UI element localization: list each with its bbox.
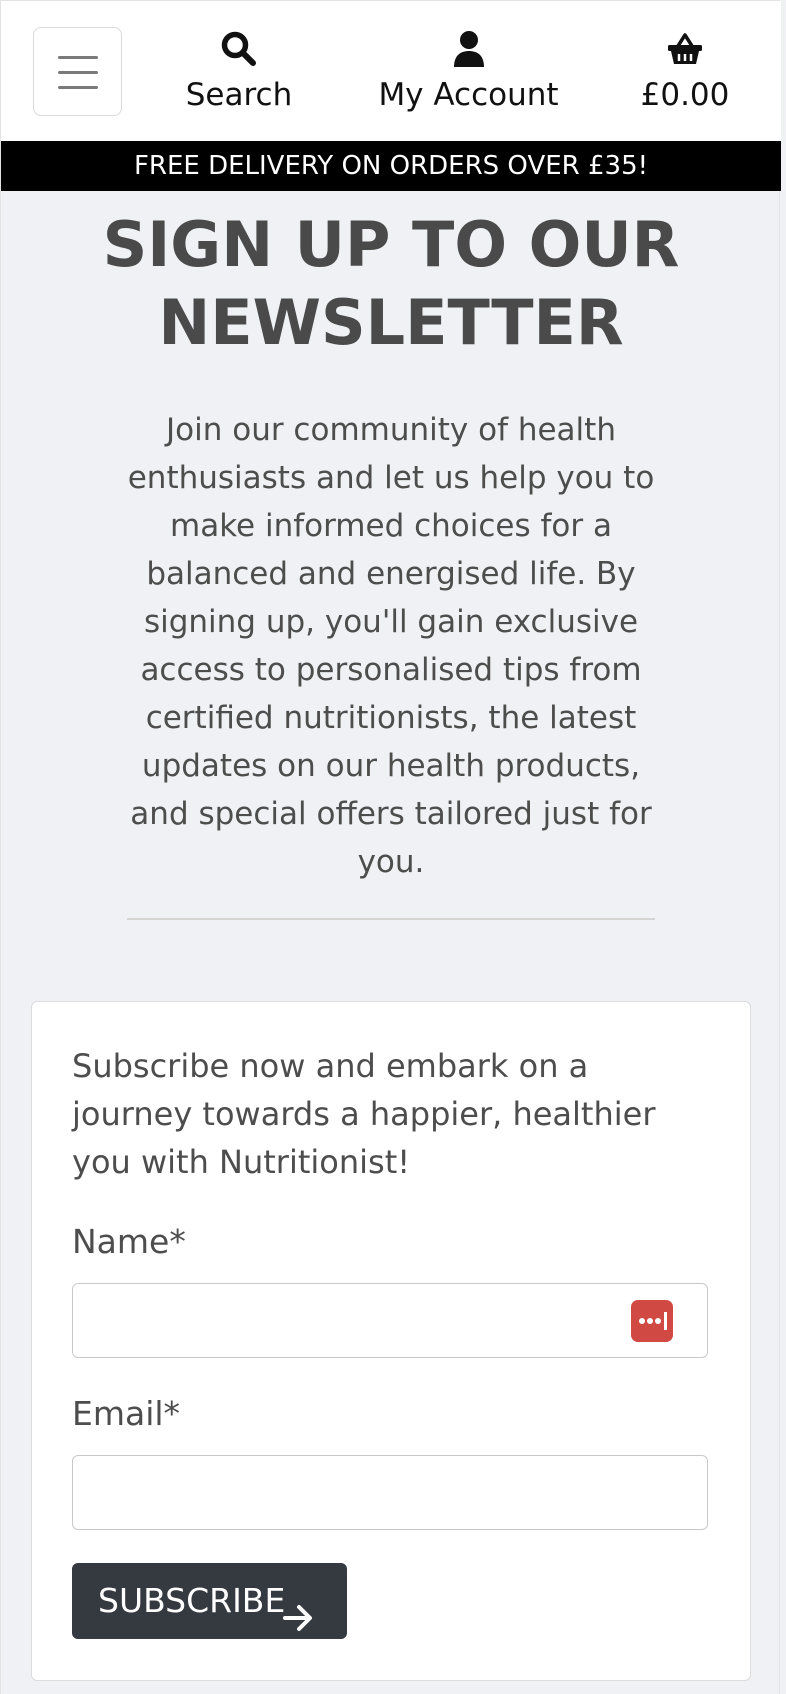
subscribe-label: SUBSCRIBE bbox=[98, 1581, 286, 1620]
nav-search-label: Search bbox=[185, 77, 293, 113]
email-input[interactable] bbox=[72, 1455, 708, 1530]
nav-basket-link[interactable]: £0.00 bbox=[633, 29, 737, 115]
section-divider bbox=[127, 918, 655, 920]
delivery-banner: FREE DELIVERY ON ORDERS OVER £35! bbox=[1, 141, 781, 191]
heading-line-2: NEWSLETTER bbox=[158, 286, 624, 359]
name-label: Name* bbox=[72, 1222, 186, 1261]
arrow-right-icon bbox=[282, 1585, 314, 1661]
hamburger-line bbox=[58, 86, 98, 89]
form-lead-text: Subscribe now and embark on a journey to… bbox=[72, 1047, 656, 1181]
basket-icon bbox=[633, 29, 737, 69]
user-icon bbox=[366, 29, 571, 69]
email-label: Email* bbox=[72, 1394, 181, 1433]
subscribe-button[interactable]: SUBSCRIBE bbox=[72, 1563, 347, 1639]
hamburger-line bbox=[58, 71, 98, 74]
name-input[interactable] bbox=[72, 1283, 708, 1358]
search-icon bbox=[169, 29, 309, 69]
nav-search-link[interactable]: Search bbox=[169, 29, 309, 115]
basket-total: £0.00 bbox=[640, 77, 730, 113]
password-manager-icon[interactable] bbox=[631, 1300, 673, 1342]
menu-toggle-button[interactable] bbox=[33, 27, 122, 116]
hamburger-icon bbox=[58, 56, 98, 59]
nav-account-link[interactable]: My Account bbox=[366, 29, 571, 115]
heading-line-1: SIGN UP TO OUR bbox=[102, 208, 680, 281]
newsletter-intro: Join our community of health enthusiasts… bbox=[127, 412, 655, 880]
top-navbar: Search My Account £0.00 bbox=[1, 1, 781, 141]
newsletter-form-card: Subscribe now and embark on a journey to… bbox=[31, 1001, 751, 1681]
nav-account-label: My Account bbox=[378, 77, 559, 113]
newsletter-heading: SIGN UP TO OUR NEWSLETTER bbox=[1, 206, 781, 362]
page: Search My Account £0.00 FREE DELIVERY ON… bbox=[0, 0, 781, 1694]
